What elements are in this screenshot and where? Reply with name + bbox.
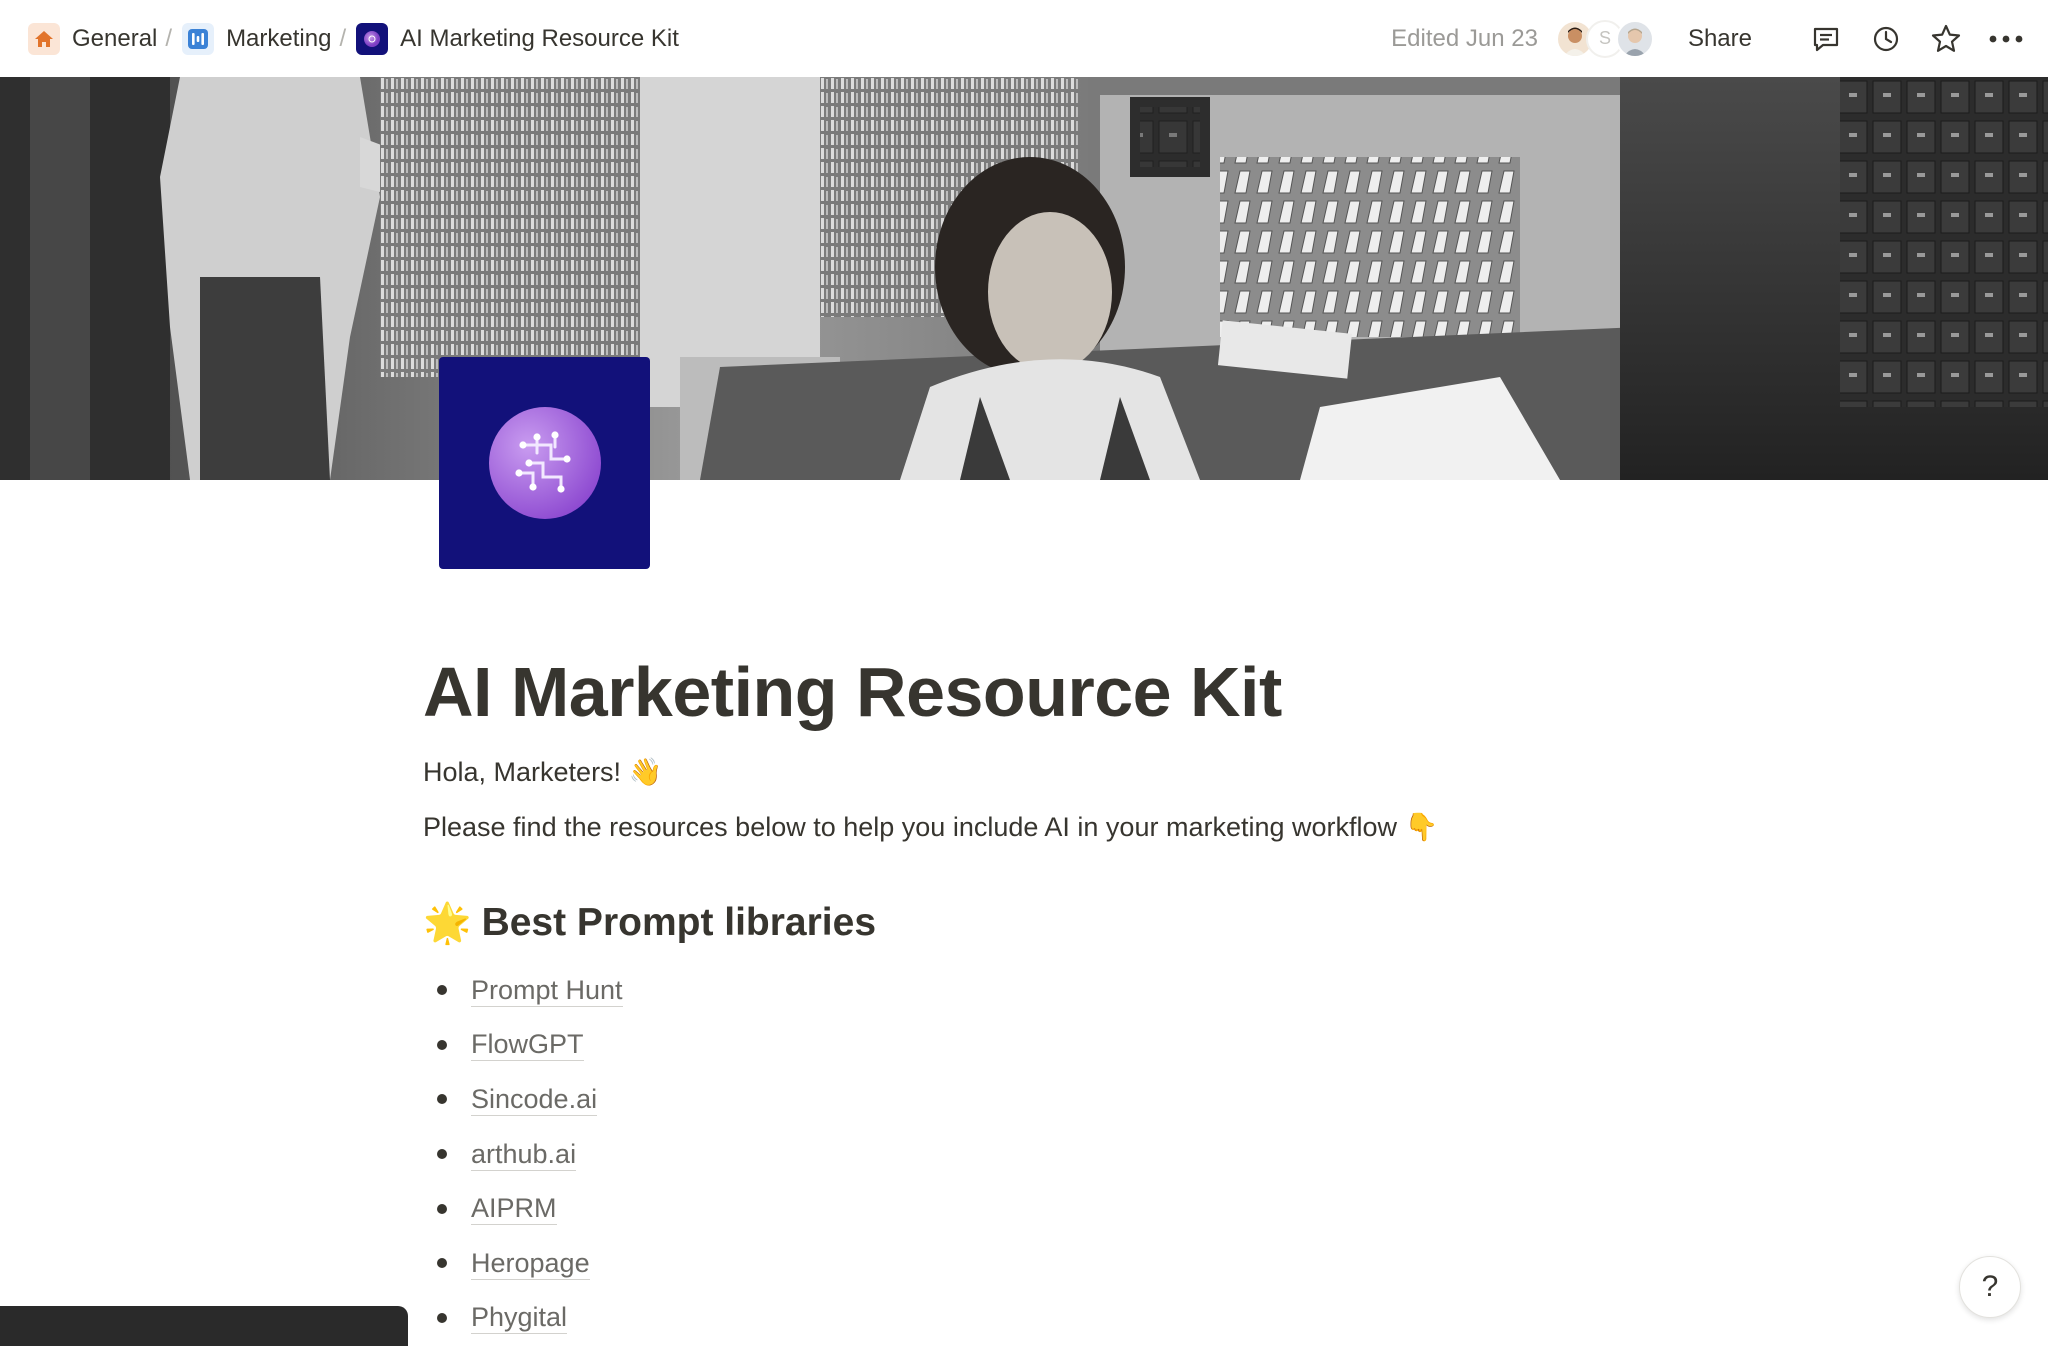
more-options-icon[interactable] [1986,19,2026,59]
section-heading[interactable]: 🌟 Best Prompt libraries [423,900,876,946]
notification-toast[interactable] [0,1306,408,1346]
help-button[interactable]: ? [1959,1256,2021,1318]
prompt-library-list: Prompt Hunt FlowGPT Sincode.ai arthub.ai… [437,963,623,1345]
breadcrumb-label: General [72,24,158,52]
breadcrumb-item-current-page[interactable]: AI Marketing Resource Kit [350,19,685,59]
prompt-library-link[interactable]: Prompt Hunt [471,974,623,1007]
bullet-icon [437,1094,447,1105]
page-actions: Edited Jun 23 S Share [1391,19,2026,59]
intro-text[interactable]: Please find the resources below to help … [423,811,1438,843]
prompt-library-link[interactable]: Sincode.ai [471,1083,598,1116]
bullet-icon [437,1149,447,1160]
list-item: AIPRM [437,1181,623,1236]
edited-timestamp: Edited Jun 23 [1391,24,1538,52]
breadcrumb-label: Marketing [226,24,332,52]
home-icon [28,22,60,55]
breadcrumb: General / Marketing / AI Marketing Resou… [22,19,685,59]
list-item: Phygital [437,1291,623,1346]
history-icon[interactable] [1866,19,1906,59]
breadcrumb-label: AI Marketing Resource Kit [400,24,679,52]
collaborator-avatars[interactable]: S [1555,19,1654,58]
prompt-library-link[interactable]: AIPRM [471,1192,557,1226]
prompt-library-link[interactable]: Heropage [471,1247,590,1280]
bullet-icon [437,1203,447,1214]
breadcrumb-item-general[interactable]: General [22,19,163,59]
breadcrumb-separator: / [165,24,173,52]
star-icon[interactable] [1926,19,1966,59]
breadcrumb-separator: / [339,24,347,52]
bullet-icon [437,1039,447,1050]
top-bar: General / Marketing / AI Marketing Resou… [0,0,2048,77]
prompt-library-link[interactable]: FlowGPT [471,1028,584,1062]
ai-circle-icon [356,22,389,55]
bullet-icon [437,1258,447,1269]
prompt-library-link[interactable]: Phygital [471,1301,568,1335]
list-item: arthub.ai [437,1127,623,1182]
list-item: Heropage [437,1236,623,1291]
greeting-text[interactable]: Hola, Marketers! 👋 [423,756,662,788]
share-button[interactable]: Share [1680,21,1760,57]
chart-icon [182,22,215,55]
avatar[interactable] [1615,19,1654,58]
prompt-library-link[interactable]: arthub.ai [471,1138,577,1171]
page-title[interactable]: AI Marketing Resource Kit [423,652,1282,732]
avatar-initial: S [1598,28,1611,48]
section-heading-text: Best Prompt libraries [481,901,877,944]
star-emoji-icon: 🌟 [423,902,472,945]
page-icon[interactable] [439,357,650,569]
ai-circle-icon [488,407,601,519]
cover-image [0,77,2048,480]
list-item: Sincode.ai [437,1072,623,1127]
breadcrumb-item-marketing[interactable]: Marketing [176,19,337,59]
bullet-icon [437,985,447,996]
list-item: Prompt Hunt [437,963,623,1018]
bullet-icon [437,1312,447,1323]
list-item: FlowGPT [437,1018,623,1073]
comment-icon[interactable] [1806,19,1846,59]
